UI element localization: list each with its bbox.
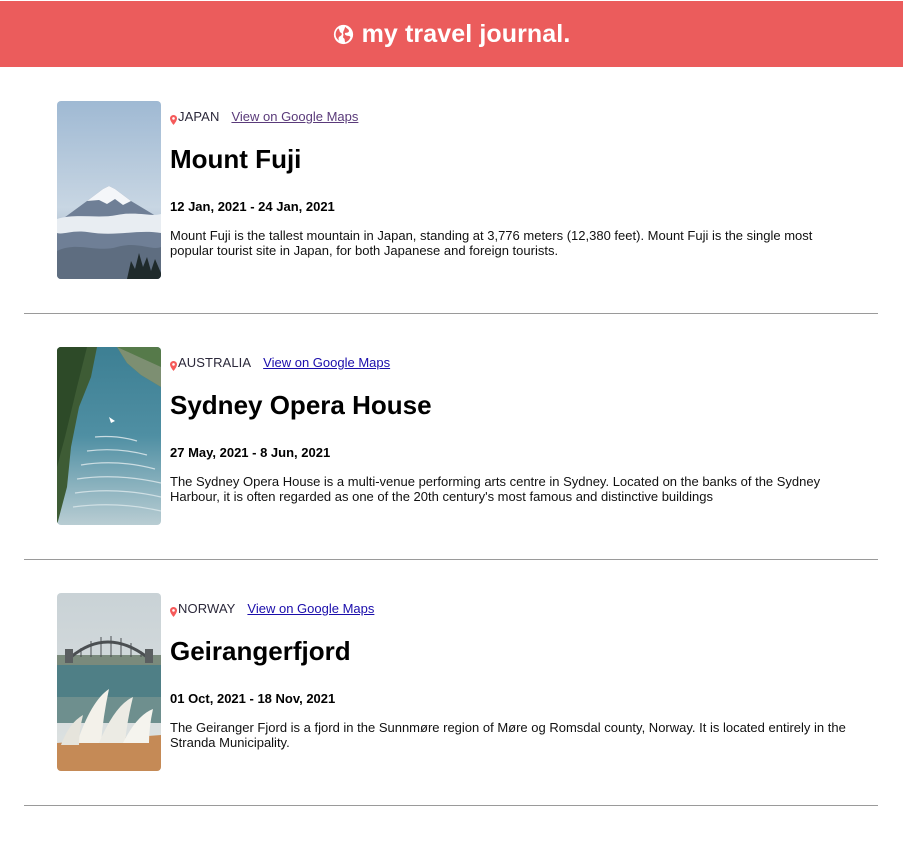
entry-country: JAPAN <box>178 109 220 124</box>
fjord-photo <box>57 347 161 525</box>
location-row: JAPAN View on Google Maps <box>170 109 358 125</box>
entry-country: AUSTRALIA <box>178 355 252 370</box>
mountain-photo <box>57 101 161 279</box>
google-maps-link[interactable]: View on Google Maps <box>263 355 390 370</box>
entry-dates: 27 May, 2021 - 8 Jun, 2021 <box>170 445 331 460</box>
entry-description: Mount Fuji is the tallest mountain in Ja… <box>170 228 813 258</box>
entry-description: The Sydney Opera House is a multi-venue … <box>170 474 821 504</box>
google-maps-link[interactable]: View on Google Maps <box>231 109 358 124</box>
location-row: AUSTRALIA View on Google Maps <box>170 355 390 371</box>
location-pin-icon <box>170 604 177 617</box>
entry-title: Sydney Opera House <box>170 390 432 420</box>
location-row: NORWAY View on Google Maps <box>170 601 374 617</box>
journal-entry: NORWAY View on Google Maps Geirangerfjor… <box>0 593 903 839</box>
entry-divider <box>24 805 878 806</box>
entry-divider <box>24 313 878 314</box>
location-pin-icon <box>170 358 177 371</box>
app-header: my travel journal. <box>0 1 903 67</box>
entry-divider <box>24 559 878 560</box>
journal-entry: JAPAN View on Google Maps Mount Fuji 12 … <box>0 101 903 347</box>
entry-title: Mount Fuji <box>170 144 302 174</box>
globe-icon <box>333 24 354 45</box>
journal-entry: AUSTRALIA View on Google Maps Sydney Ope… <box>0 347 903 593</box>
opera-house-photo <box>57 593 161 771</box>
entry-dates: 12 Jan, 2021 - 24 Jan, 2021 <box>170 199 335 214</box>
app-title: my travel journal. <box>361 19 571 48</box>
entry-country: NORWAY <box>178 601 236 616</box>
entry-dates: 01 Oct, 2021 - 18 Nov, 2021 <box>170 691 336 706</box>
entry-description: The Geiranger Fjord is a fjord in the Su… <box>170 720 846 750</box>
location-pin-icon <box>170 112 177 125</box>
entry-title: Geirangerfjord <box>170 636 351 666</box>
google-maps-link[interactable]: View on Google Maps <box>247 601 374 616</box>
